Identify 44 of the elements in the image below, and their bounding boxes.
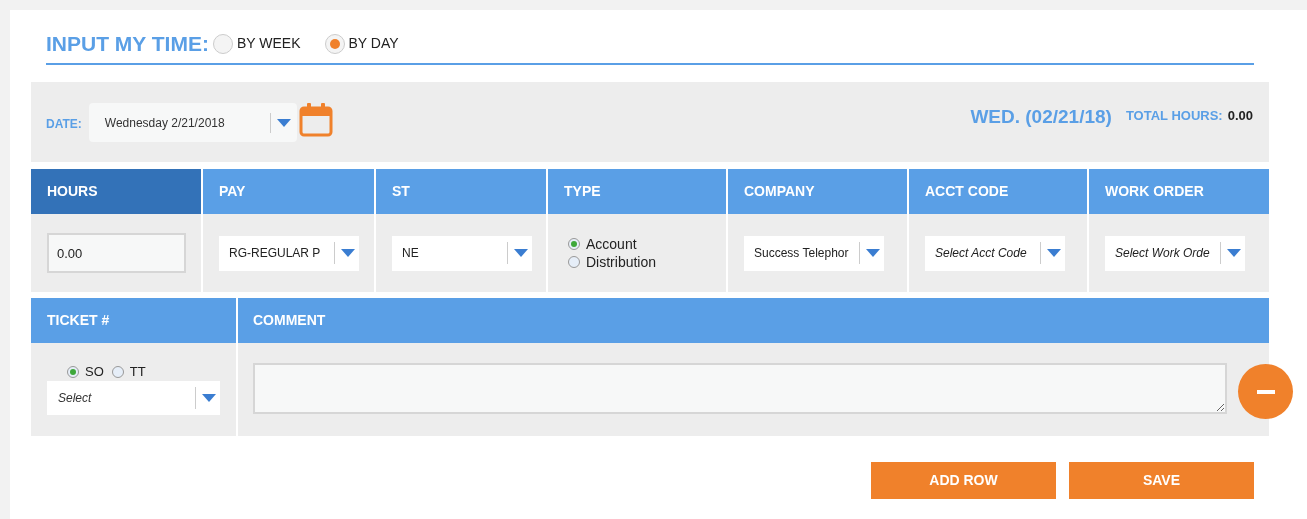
ticket-select[interactable]: Select: [47, 381, 220, 415]
column-header: PAY: [203, 169, 374, 214]
radio-button[interactable]: [111, 366, 124, 378]
column-header: TYPE: [548, 169, 726, 214]
caret-icon: [1227, 249, 1241, 257]
column-header: TICKET #: [31, 298, 236, 343]
radio-label: BY DAY: [348, 34, 399, 53]
caret-icon: [866, 249, 880, 257]
dropdown[interactable]: Select Work Orde: [1105, 235, 1245, 271]
total-hours-value: 0.00: [1227, 107, 1253, 125]
caret-icon: [276, 118, 291, 127]
column-header: HOURS: [31, 169, 201, 214]
column-header: ACCT CODE: [909, 169, 1087, 214]
caret-icon: [514, 249, 528, 257]
radio-button[interactable]: [324, 33, 345, 54]
date-label: DATE:: [46, 116, 82, 133]
date-select[interactable]: Wednesday 2/21/2018: [88, 103, 297, 142]
dropdown[interactable]: RG-REGULAR P: [219, 235, 359, 271]
radio-button[interactable]: [568, 238, 580, 250]
minus-icon: [1256, 389, 1275, 394]
hours-field[interactable]: 0.00: [47, 233, 186, 273]
column-header: ST: [376, 169, 546, 214]
dropdown[interactable]: Success Telephor: [744, 235, 884, 271]
day-heading: WED. (02/21/18): [970, 105, 1112, 129]
radio-label: BY WEEK: [236, 34, 301, 53]
radio-label: TT: [129, 363, 146, 382]
page-title: INPUT MY TIME:: [46, 30, 209, 57]
comment-field[interactable]: [253, 363, 1227, 414]
column-header: COMPANY: [728, 169, 907, 214]
caret-icon: [202, 394, 216, 402]
radio-button[interactable]: [67, 366, 79, 378]
radio-button[interactable]: [568, 256, 580, 268]
total-hours-label: TOTAL HOURS:: [1125, 107, 1223, 125]
dropdown[interactable]: NE: [392, 235, 532, 271]
caret-icon: [1047, 249, 1061, 257]
calendar-icon[interactable]: [297, 102, 334, 138]
dropdown[interactable]: Select Acct Code: [925, 235, 1065, 271]
column-header: WORK ORDER: [1089, 169, 1269, 214]
caret-icon: [341, 249, 355, 257]
radio-label: SO: [85, 363, 104, 382]
radio-label: Account: [586, 234, 637, 254]
column-header: COMMENT: [238, 298, 1269, 343]
radio-button[interactable]: [212, 33, 233, 54]
radio-label: Distribution: [586, 252, 657, 272]
